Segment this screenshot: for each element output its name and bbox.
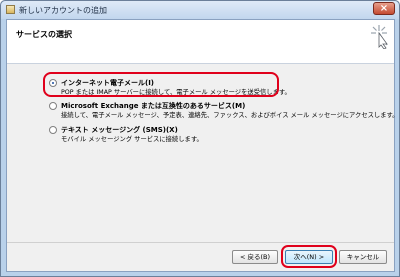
wizard-frame: サービスの選択 インターネット電子メール(I) POP または IMAP サーバ… bbox=[6, 19, 399, 272]
radio-exchange[interactable] bbox=[49, 102, 57, 110]
next-button-highlight bbox=[281, 245, 337, 268]
title-bar[interactable]: 新しいアカウントの追加 × bbox=[1, 1, 399, 19]
option-description: モバイル メッセージング サービスに接続します。 bbox=[61, 136, 203, 143]
option-description: 接続して、電子メール メッセージ、予定表、連絡先、ファックス、およびボイス メー… bbox=[61, 112, 399, 119]
window-title: 新しいアカウントの追加 bbox=[19, 6, 107, 15]
section-title: サービスの選択 bbox=[16, 30, 72, 39]
outlook-app-icon bbox=[6, 5, 15, 14]
close-button[interactable]: × bbox=[373, 2, 395, 15]
dialog-window: 新しいアカウントの追加 × サービスの選択 インターネット電子メール(I) PO… bbox=[0, 0, 400, 277]
cancel-button[interactable]: キャンセル bbox=[339, 250, 387, 264]
selected-option-highlight bbox=[43, 72, 279, 97]
radio-sms[interactable] bbox=[49, 126, 57, 134]
wizard-sparkle-icon bbox=[371, 25, 388, 49]
wizard-header: サービスの選択 bbox=[7, 20, 394, 64]
back-button[interactable]: < 戻る(B) bbox=[232, 250, 278, 264]
